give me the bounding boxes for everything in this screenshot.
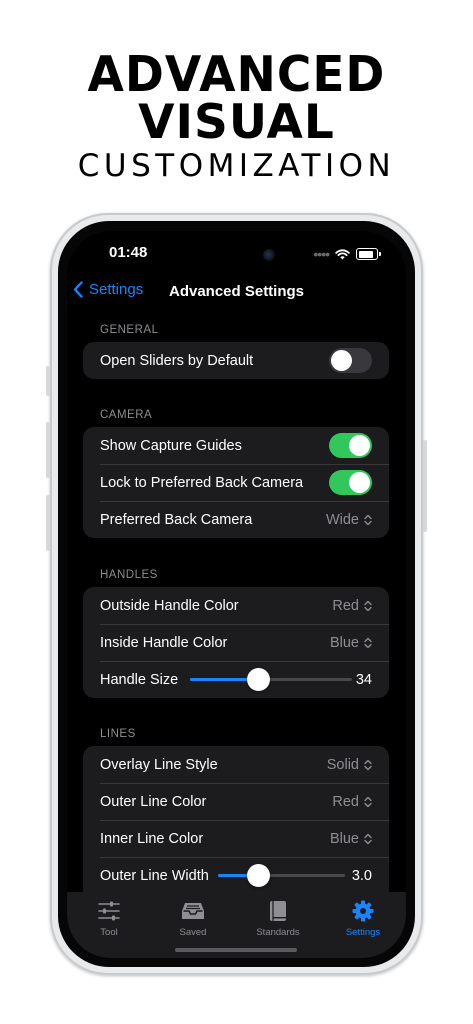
outer-line-width-value: 3.0 — [351, 867, 372, 884]
headline-line-1: ADVANCED — [87, 45, 386, 104]
select-value: Blue — [329, 830, 359, 847]
select-value: Red — [332, 793, 359, 810]
select-value: Wide — [325, 511, 359, 528]
row-preferred-back-camera[interactable]: Preferred Back Camera Wide — [83, 501, 389, 538]
outer-line-color-select[interactable]: Red — [332, 794, 372, 810]
home-indicator — [175, 948, 297, 952]
row-inside-handle-color[interactable]: Inside Handle Color Blue — [83, 624, 389, 661]
status-icons: •••• — [313, 246, 381, 262]
tab-saved[interactable]: Saved — [151, 899, 235, 938]
volume-down-button — [46, 495, 50, 551]
row-capture-guides: Show Capture Guides — [83, 427, 389, 464]
chevron-up-down-icon — [364, 796, 372, 807]
row-outer-line-width: Outer Line Width 3.0 — [83, 857, 389, 894]
action-button — [46, 366, 50, 396]
outside-handle-color-select[interactable]: Red — [332, 598, 372, 614]
headline-line-3: CUSTOMIZATION — [77, 148, 396, 184]
overlay-line-style-select[interactable]: Solid — [327, 757, 372, 773]
row-lock-back-camera: Lock to Preferred Back Camera — [83, 464, 389, 501]
select-value: Red — [332, 597, 359, 614]
chevron-up-down-icon — [364, 514, 372, 525]
tray-icon — [182, 903, 204, 919]
section-header-camera: CAMERA — [100, 409, 153, 421]
tab-standards[interactable]: Standards — [236, 899, 320, 938]
row-label: Open Sliders by Default — [100, 352, 254, 369]
handle-size-slider[interactable] — [190, 668, 353, 691]
power-button — [423, 440, 427, 532]
chevron-up-down-icon — [364, 833, 372, 844]
battery-icon — [356, 248, 381, 260]
lock-back-camera-toggle[interactable] — [329, 470, 372, 495]
row-label: Show Capture Guides — [100, 437, 242, 454]
page-title: Advanced Settings — [168, 283, 305, 300]
row-label: Outer Line Color — [100, 793, 207, 810]
chevron-up-down-icon — [364, 637, 372, 648]
tab-label: Tool — [100, 927, 118, 938]
tab-label: Settings — [345, 927, 381, 938]
chevron-up-down-icon — [364, 600, 372, 611]
row-label: Preferred Back Camera — [100, 511, 253, 528]
row-overlay-line-style[interactable]: Overlay Line Style Solid — [83, 746, 389, 783]
row-outer-line-color[interactable]: Outer Line Color Red — [83, 783, 389, 820]
tab-label: Saved — [179, 927, 207, 938]
row-label: Overlay Line Style — [100, 756, 218, 773]
handle-size-value: 34 — [355, 671, 372, 688]
wifi-icon — [335, 248, 350, 259]
row-label: Handle Size — [100, 671, 179, 688]
row-label: Outside Handle Color — [100, 597, 239, 614]
capture-guides-toggle[interactable] — [329, 433, 372, 458]
inside-handle-color-select[interactable]: Blue — [330, 635, 372, 651]
select-value: Solid — [326, 756, 359, 773]
row-handle-size: Handle Size 34 — [83, 661, 389, 698]
group-camera: Show Capture Guides Lock to Preferred Ba… — [83, 427, 389, 538]
section-header-lines: LINES — [100, 728, 136, 740]
inner-line-color-select[interactable]: Blue — [330, 831, 372, 847]
slider-thumb[interactable] — [247, 864, 271, 887]
row-label: Inner Line Color — [100, 830, 204, 847]
tab-tool[interactable]: Tool — [67, 899, 151, 938]
slider-thumb[interactable] — [247, 668, 271, 691]
row-inner-line-color[interactable]: Inner Line Color Blue — [83, 820, 389, 857]
open-sliders-toggle[interactable] — [329, 348, 372, 373]
phone-screen: 01:48 •••• Settings Advanced Settings GE… — [67, 231, 406, 958]
book-icon — [270, 901, 286, 921]
headline-line-2: VISUAL — [138, 95, 335, 150]
group-lines: Overlay Line Style Solid Outer Line Colo… — [83, 746, 389, 894]
signal-dots-icon: •••• — [313, 246, 330, 262]
status-time: 01:48 — [109, 244, 148, 261]
group-general: Open Sliders by Default — [83, 342, 389, 379]
section-header-handles: HANDLES — [100, 569, 158, 581]
outer-line-width-slider[interactable] — [217, 864, 345, 887]
sliders-icon — [98, 901, 120, 921]
row-label: Outer Line Width — [100, 867, 209, 884]
tab-settings[interactable]: Settings — [321, 899, 405, 938]
row-outside-handle-color[interactable]: Outside Handle Color Red — [83, 587, 389, 624]
chevron-up-down-icon — [364, 759, 372, 770]
preferred-back-camera-select[interactable]: Wide — [326, 512, 372, 528]
front-camera-icon — [263, 249, 275, 261]
row-label: Inside Handle Color — [100, 634, 228, 651]
section-header-general: GENERAL — [100, 324, 159, 336]
gear-icon — [352, 900, 374, 922]
row-label: Lock to Preferred Back Camera — [100, 474, 304, 491]
group-handles: Outside Handle Color Red Inside Handle C… — [83, 587, 389, 698]
row-open-sliders: Open Sliders by Default — [83, 342, 389, 379]
volume-up-button — [46, 422, 50, 478]
tab-label: Standards — [256, 927, 300, 938]
select-value: Blue — [329, 634, 359, 651]
